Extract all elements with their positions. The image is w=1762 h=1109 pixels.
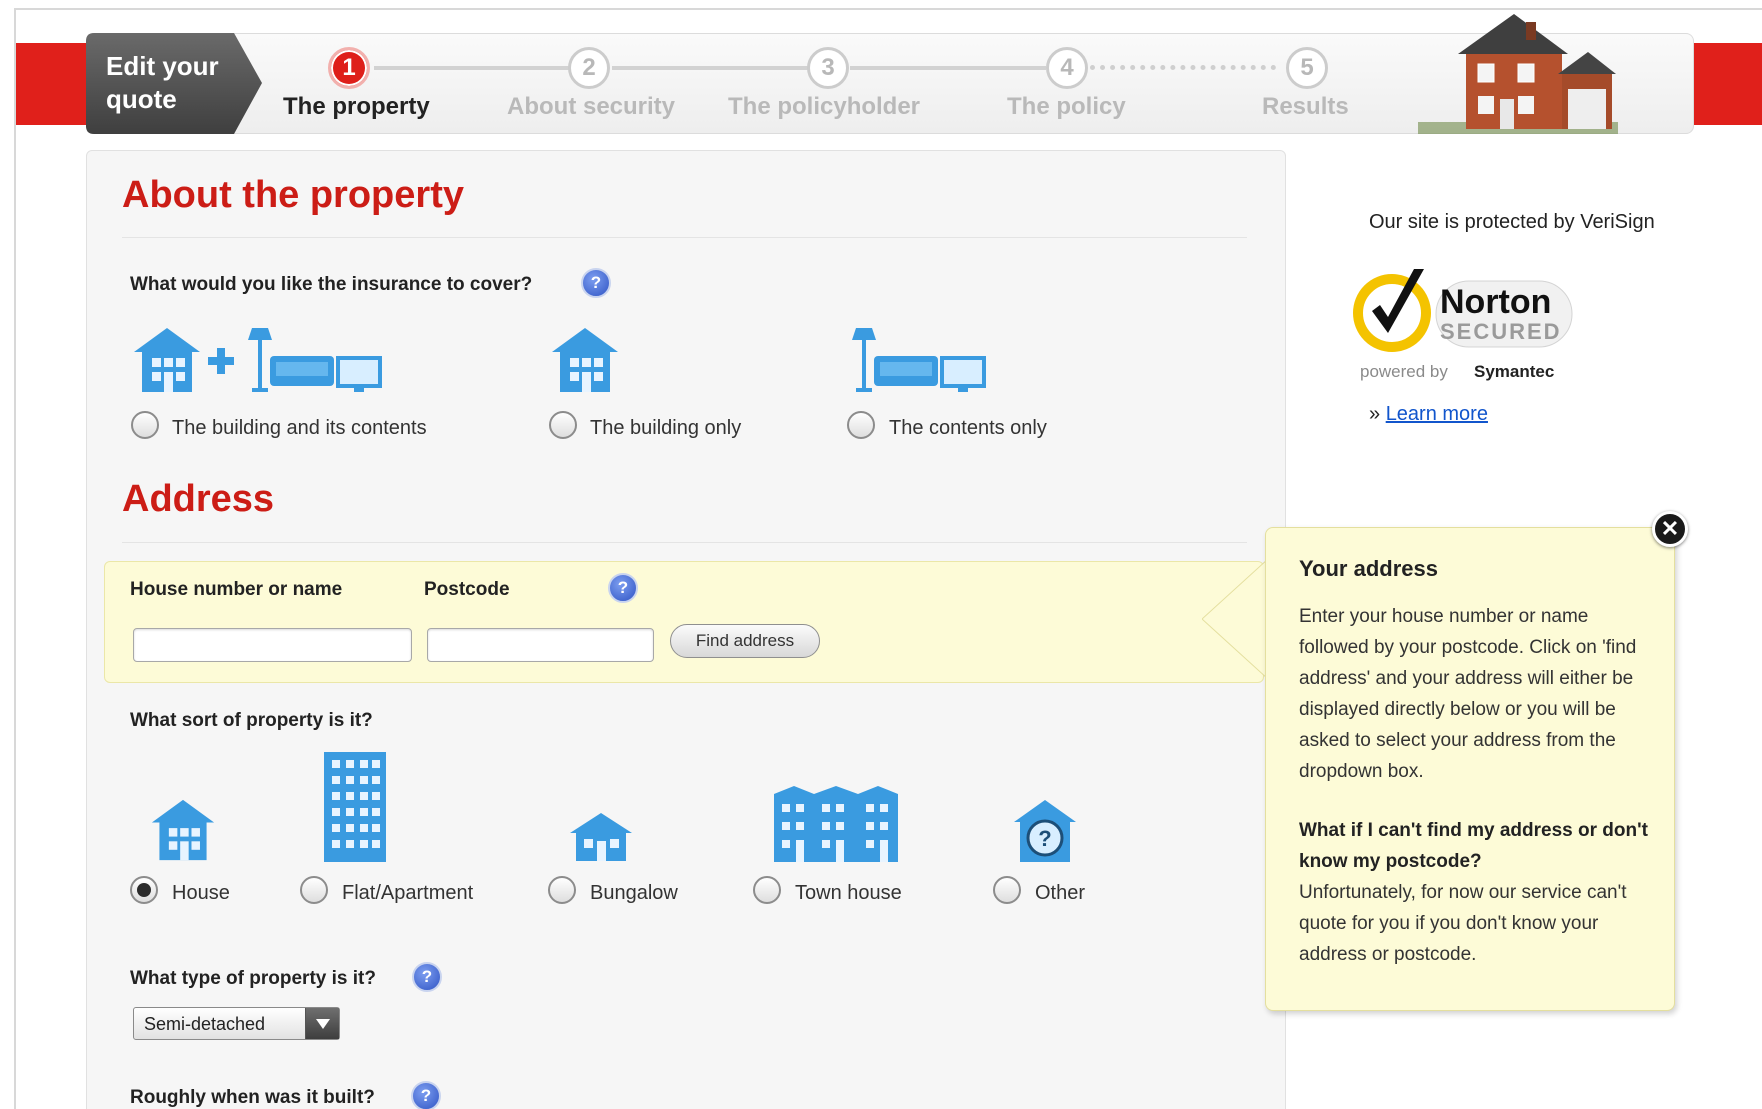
step-3-label[interactable]: The policyholder [728,93,920,121]
norton-secured-text: SECURED [1440,319,1562,344]
symantec-text: Symantec [1474,362,1554,381]
property-radio-other[interactable] [993,876,1021,904]
step-connector [850,66,1046,70]
house-illustration-icon [1418,14,1618,134]
cover-question: What would you like the insurance to cov… [130,274,533,295]
verisign-text: Our site is protected by VeriSign [1369,211,1655,233]
edit-quote-label: Edit your quote [106,51,219,114]
cover-radio-contents-only[interactable] [847,411,875,439]
norton-secured-badge[interactable]: Norton SECURED powered by Symantec [1350,255,1580,385]
property-option-label: House [172,882,230,904]
bungalow-icon [570,813,632,861]
tooltip-question: What if I can't find my address or don't… [1299,820,1648,872]
norton-check-icon [1353,269,1431,352]
other-property-icon: ? [1014,800,1076,862]
header-red-bar-right [1690,43,1762,125]
step-3-circle[interactable]: 3 [807,47,849,89]
house-icon [134,328,200,392]
step-connector-dotted [1090,65,1276,70]
postcode-input[interactable] [427,628,654,662]
property-type-select[interactable]: Semi-detached [133,1007,340,1040]
house-icon [151,799,215,861]
step-connector [374,66,570,70]
cover-option-label: The contents only [889,417,1047,439]
sofa-lamp-tv-icon [852,328,986,392]
step-2-label[interactable]: About security [507,93,675,121]
flat-icon [324,752,386,862]
property-option-label: Other [1035,882,1086,904]
townhouse-icon [774,786,898,862]
tooltip-title: Your address [1299,556,1438,581]
address-section-title: Address [122,478,275,520]
step-5-circle[interactable]: 5 [1286,47,1328,89]
cover-option-label: The building only [590,417,742,439]
step-connector [612,66,808,70]
learn-more-row: » Learn more [1369,403,1488,426]
property-type-selected: Semi-detached [144,1014,266,1034]
svg-text:?: ? [1038,826,1051,851]
property-radio-townhouse[interactable] [753,876,781,904]
close-icon[interactable]: ✕ [1652,511,1688,547]
step-5-label[interactable]: Results [1262,93,1349,121]
divider [122,542,1247,543]
address-help-tooltip: Your address Enter your house number or … [1265,527,1675,1011]
tooltip-answer: Unfortunately, for now our service can't… [1299,882,1627,965]
norton-name: Norton [1440,283,1551,321]
property-radio-flat[interactable] [300,876,328,904]
step-1-circle[interactable]: 1 [328,47,370,89]
cover-radio-building-contents[interactable] [131,411,159,439]
property-section-title: About the property [122,174,464,216]
step-1-label[interactable]: The property [283,93,430,121]
property-option-label: Town house [795,882,902,904]
house-icon [552,328,618,392]
learn-more-prefix: » [1369,403,1381,425]
cover-option-label: The building and its contents [172,417,427,439]
help-icon[interactable]: ? [608,573,638,603]
property-radio-bungalow[interactable] [548,876,576,904]
step-4-label[interactable]: The policy [1007,93,1126,121]
header-red-bar-left [16,43,96,125]
property-type-question: What type of property is it? [130,968,376,989]
learn-more-link[interactable]: Learn more [1386,403,1488,425]
house-number-label: House number or name [130,579,343,600]
help-icon[interactable]: ? [412,962,442,992]
tooltip-pointer [1202,559,1268,679]
sofa-lamp-tv-icon [248,328,382,392]
cover-radio-building-only[interactable] [549,411,577,439]
tooltip-body: Enter your house number or name followed… [1299,606,1637,782]
property-sort-question: What sort of property is it? [130,710,373,731]
built-question: Roughly when was it built? [130,1087,375,1108]
step-4-circle[interactable]: 4 [1046,47,1088,89]
postcode-label: Postcode [424,579,510,600]
find-address-button[interactable]: Find address [670,624,820,658]
help-icon[interactable]: ? [411,1081,441,1109]
property-option-label: Bungalow [590,882,678,904]
chevron-down-icon [305,1008,339,1039]
house-number-input[interactable] [133,628,412,662]
divider [122,237,1247,238]
help-icon[interactable]: ? [581,268,611,298]
plus-icon [208,348,234,374]
property-option-label: Flat/Apartment [342,882,474,904]
powered-by-text: powered by [1360,362,1448,381]
step-2-circle[interactable]: 2 [568,47,610,89]
property-radio-house[interactable] [130,876,158,904]
edit-quote-button[interactable]: Edit your quote [86,33,262,134]
